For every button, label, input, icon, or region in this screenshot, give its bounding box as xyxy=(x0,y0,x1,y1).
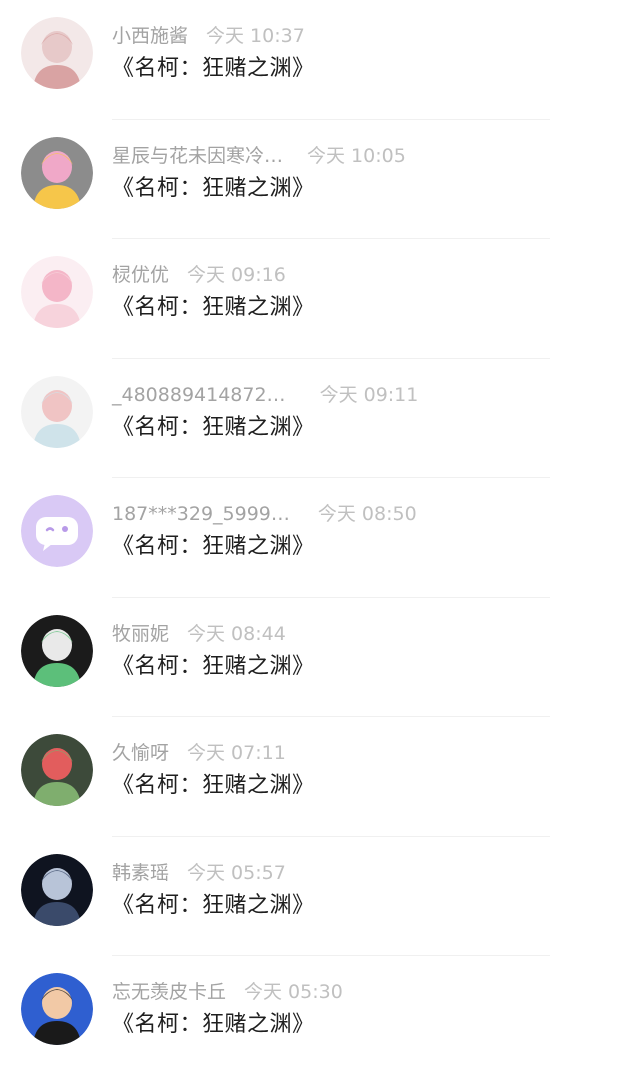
comment-meta: 牧丽妮 今天 08:44 xyxy=(112,620,286,648)
timestamp: 今天 08:44 xyxy=(187,622,286,645)
comment-meta: 久愉呀 今天 07:11 xyxy=(112,739,286,767)
username[interactable]: 韩素瑶 xyxy=(112,859,169,887)
avatar[interactable] xyxy=(21,375,93,448)
comment-item[interactable]: 187***329_5999… 今天 08:50 《名柯：狂赌之渊》 xyxy=(0,478,640,598)
comment-text: 《名柯：狂赌之渊》 xyxy=(112,175,315,201)
avatar[interactable] xyxy=(21,495,93,567)
comment-text: 《名柯：狂赌之渊》 xyxy=(112,534,315,559)
avatar[interactable] xyxy=(21,256,93,328)
avatar[interactable] xyxy=(21,136,93,209)
avatar[interactable] xyxy=(21,734,93,806)
comment-meta: 小西施酱 今天 10:37 xyxy=(112,22,305,50)
username[interactable]: 187***329_5999… xyxy=(112,500,290,528)
comment-meta: 星辰与花未因寒冷… 今天 10:05 xyxy=(112,142,406,170)
comment-item[interactable]: 棂优优 今天 09:16 《名柯：狂赌之渊》 xyxy=(0,239,640,359)
comment-item[interactable]: 牧丽妮 今天 08:44 《名柯：狂赌之渊》 xyxy=(0,598,640,717)
comment-item[interactable]: 小西施酱 今天 10:37 《名柯：狂赌之渊》 xyxy=(0,0,640,120)
timestamp: 今天 10:05 xyxy=(307,144,406,167)
comment-meta: 忘无羡皮卡丘 今天 05:30 xyxy=(112,978,343,1006)
username[interactable]: 小西施酱 xyxy=(112,22,188,50)
comment-meta: 187***329_5999… 今天 08:50 xyxy=(112,500,417,528)
comment-text: 《名柯：狂赌之渊》 xyxy=(112,773,315,798)
username[interactable]: 忘无羡皮卡丘 xyxy=(112,978,226,1006)
timestamp: 今天 08:50 xyxy=(317,503,417,525)
comment-list: 小西施酱 今天 10:37 《名柯：狂赌之渊》 星辰与花未因寒冷… 今天 10:05 《名… xyxy=(0,0,640,1068)
comment-text: 《名柯：狂赌之渊》 xyxy=(112,892,315,918)
comment-item[interactable]: 忘无羡皮卡丘 今天 05:30 《名柯：狂赌之渊》 xyxy=(0,956,640,1068)
comment-text: 《名柯：狂赌之渊》 xyxy=(112,56,315,81)
avatar[interactable] xyxy=(21,973,93,1045)
username[interactable]: 星辰与花未因寒冷… xyxy=(112,142,283,170)
avatar[interactable] xyxy=(21,853,93,926)
comment-text: 《名柯：狂赌之渊》 xyxy=(112,295,315,320)
username[interactable]: 久愉呀 xyxy=(112,739,169,767)
username[interactable]: _480889414872… xyxy=(112,381,286,409)
username[interactable]: 棂优优 xyxy=(112,261,169,289)
timestamp: 今天 09:16 xyxy=(187,264,286,286)
comment-item[interactable]: 韩素瑶 今天 05:57 《名柯：狂赌之渊》 xyxy=(0,837,640,956)
timestamp: 今天 05:30 xyxy=(244,981,343,1003)
comment-item[interactable]: 星辰与花未因寒冷… 今天 10:05 《名柯：狂赌之渊》 xyxy=(0,120,640,239)
comment-meta: 韩素瑶 今天 05:57 xyxy=(112,859,286,887)
avatar[interactable] xyxy=(21,17,93,89)
comment-item[interactable]: _480889414872… 今天 09:11 《名柯：狂赌之渊》 xyxy=(0,359,640,478)
comment-meta: 棂优优 今天 09:16 xyxy=(112,261,286,289)
timestamp: 今天 07:11 xyxy=(187,742,286,764)
timestamp: 今天 09:11 xyxy=(319,383,419,406)
comment-text: 《名柯：狂赌之渊》 xyxy=(112,1012,315,1037)
timestamp: 今天 10:37 xyxy=(206,25,305,47)
timestamp: 今天 05:57 xyxy=(187,861,286,884)
avatar[interactable] xyxy=(21,614,93,687)
comment-meta: _480889414872… 今天 09:11 xyxy=(112,381,418,409)
username[interactable]: 牧丽妮 xyxy=(112,620,169,648)
comment-text: 《名柯：狂赌之渊》 xyxy=(112,653,315,679)
comment-item[interactable]: 久愉呀 今天 07:11 《名柯：狂赌之渊》 xyxy=(0,717,640,837)
comment-text: 《名柯：狂赌之渊》 xyxy=(112,414,315,440)
